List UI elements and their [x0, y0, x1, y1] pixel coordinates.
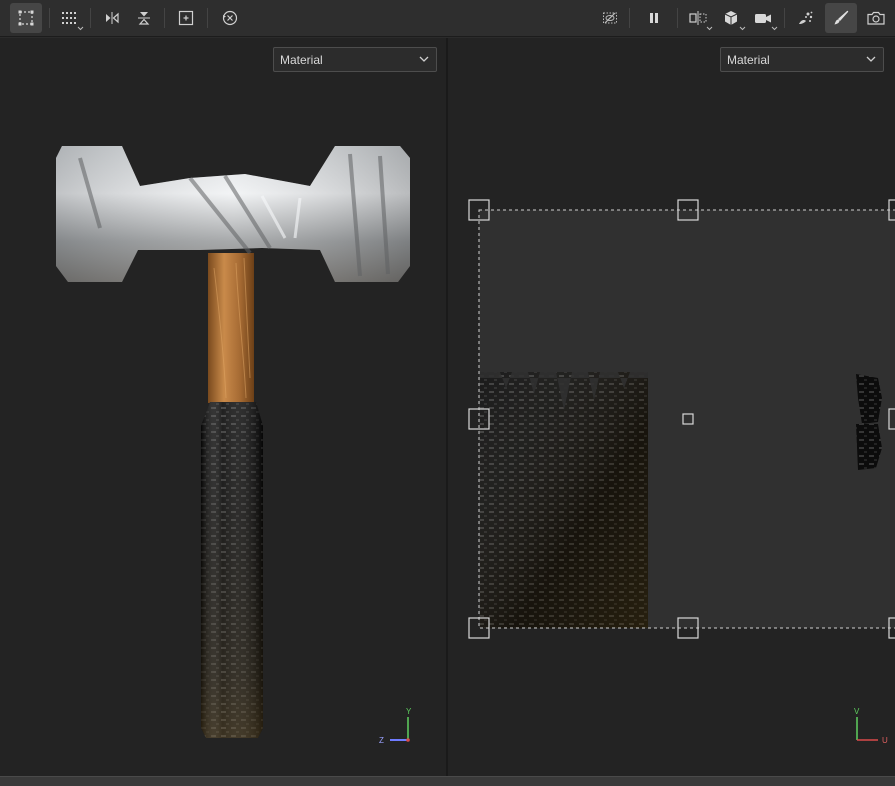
dotted-square-icon — [18, 10, 34, 26]
chevron-down-icon — [706, 26, 713, 31]
uv-axis-gizmo: V U — [854, 707, 888, 745]
camera-button[interactable] — [747, 3, 779, 33]
mirror-vertical-button[interactable] — [128, 3, 160, 33]
selection-mode-button[interactable] — [10, 3, 42, 33]
pause-button[interactable] — [638, 3, 670, 33]
particles-button[interactable] — [789, 3, 821, 33]
grid-dots-icon — [62, 12, 76, 24]
mirror-horizontal-button[interactable] — [96, 3, 128, 33]
video-camera-icon — [755, 14, 771, 23]
reset-view-button[interactable] — [214, 3, 246, 33]
viewport-toolbar — [0, 0, 895, 37]
chevron-down-icon — [739, 26, 746, 31]
gizmo-y-label: Y — [406, 707, 412, 716]
particle-brush-icon — [799, 11, 813, 24]
uv-canvas — [468, 199, 895, 639]
grid-tools-button[interactable] — [53, 3, 85, 33]
screenshot-button[interactable] — [860, 3, 892, 33]
reset-circle-icon — [222, 10, 238, 26]
gizmo-z-label: Z — [379, 736, 384, 745]
gizmo-u-label: U — [882, 736, 888, 745]
mirror-vertical-icon — [138, 12, 150, 25]
axis-gizmo: Y Z — [379, 707, 412, 745]
pause-icon — [650, 13, 658, 23]
chevron-down-icon — [771, 26, 778, 31]
hide-toggle-button[interactable] — [594, 3, 626, 33]
uv-viewport[interactable]: Material V U — [448, 38, 895, 776]
split-view-button[interactable] — [682, 3, 714, 33]
fit-to-view-button[interactable] — [170, 3, 202, 33]
frame-icon — [178, 10, 194, 26]
split-view-icon — [689, 11, 707, 25]
photo-camera-icon — [867, 11, 885, 25]
chevron-down-icon — [77, 26, 84, 31]
cube-icon — [724, 11, 738, 25]
eye-off-icon — [603, 12, 617, 24]
paint-brush-icon — [834, 10, 849, 25]
bottom-status-bar — [0, 776, 895, 786]
gizmo-v-label: V — [854, 707, 860, 716]
display-mode-button[interactable] — [715, 3, 747, 33]
mirror-horizontal-icon — [106, 12, 119, 24]
paint-tool-button[interactable] — [825, 3, 857, 33]
3d-viewport[interactable]: Material Y Z — [0, 38, 446, 776]
hammer-model — [56, 146, 410, 738]
